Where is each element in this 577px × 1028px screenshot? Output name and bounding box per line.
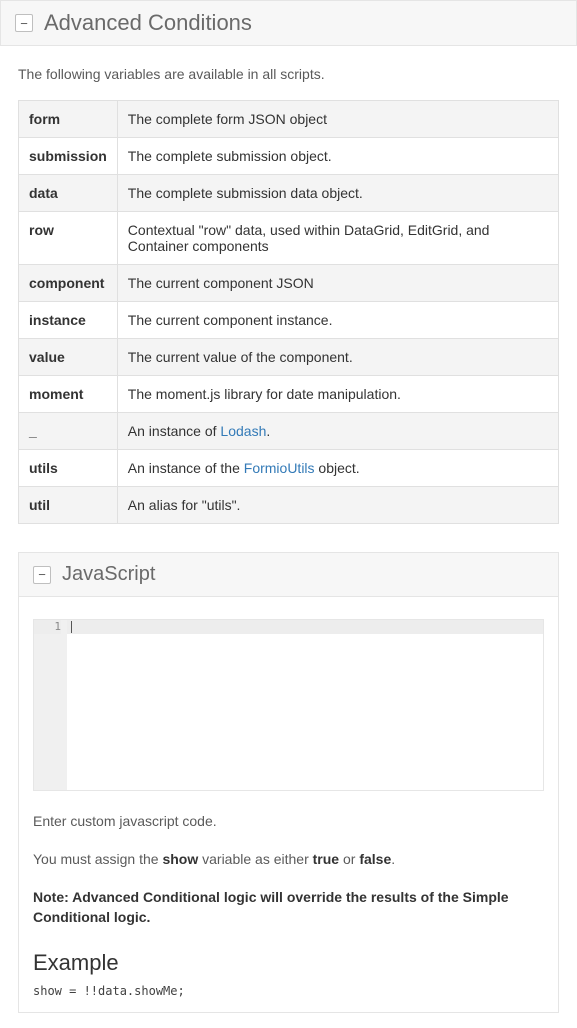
example-heading: Example bbox=[33, 950, 544, 976]
advanced-conditions-header[interactable]: − Advanced Conditions bbox=[0, 0, 577, 46]
var-name: component bbox=[19, 265, 118, 302]
help-text-2: You must assign the show variable as eit… bbox=[33, 851, 544, 867]
help2-false: false bbox=[359, 851, 391, 867]
var-name: form bbox=[19, 101, 118, 138]
var-name: utils bbox=[19, 450, 118, 487]
var-name: data bbox=[19, 175, 118, 212]
table-row: utilAn alias for "utils". bbox=[19, 487, 559, 524]
help-text-1: Enter custom javascript code. bbox=[33, 813, 544, 829]
var-desc: The complete submission object. bbox=[117, 138, 558, 175]
table-row: componentThe current component JSON bbox=[19, 265, 559, 302]
javascript-body: 1 Enter custom javascript code. You must… bbox=[19, 597, 558, 1012]
var-name: row bbox=[19, 212, 118, 265]
table-row: formThe complete form JSON object bbox=[19, 101, 559, 138]
code-area[interactable] bbox=[67, 620, 543, 790]
collapse-icon[interactable]: − bbox=[33, 566, 51, 584]
help2-mid: variable as either bbox=[198, 851, 312, 867]
advanced-conditions-title: Advanced Conditions bbox=[44, 10, 252, 36]
table-row: submissionThe complete submission object… bbox=[19, 138, 559, 175]
note-text: Note: Advanced Conditional logic will ov… bbox=[33, 887, 544, 928]
javascript-title: JavaScript bbox=[62, 563, 155, 586]
cursor-icon bbox=[71, 621, 72, 633]
var-desc: The current component instance. bbox=[117, 302, 558, 339]
var-link[interactable]: FormioUtils bbox=[244, 460, 315, 476]
collapse-icon[interactable]: − bbox=[15, 14, 33, 32]
table-row: valueThe current value of the component. bbox=[19, 339, 559, 376]
table-row: instanceThe current component instance. bbox=[19, 302, 559, 339]
help2-post: . bbox=[391, 851, 395, 867]
var-name: instance bbox=[19, 302, 118, 339]
code-editor[interactable]: 1 bbox=[33, 619, 544, 791]
table-row: dataThe complete submission data object. bbox=[19, 175, 559, 212]
content-area: The following variables are available in… bbox=[0, 46, 577, 524]
var-desc: The current value of the component. bbox=[117, 339, 558, 376]
var-name: moment bbox=[19, 376, 118, 413]
line-number: 1 bbox=[34, 620, 61, 634]
table-row: momentThe moment.js library for date man… bbox=[19, 376, 559, 413]
var-link[interactable]: Lodash bbox=[220, 423, 266, 439]
table-row: utilsAn instance of the FormioUtils obje… bbox=[19, 450, 559, 487]
help2-true: true bbox=[313, 851, 339, 867]
intro-text: The following variables are available in… bbox=[18, 66, 559, 82]
help2-pre: You must assign the bbox=[33, 851, 162, 867]
var-desc: The current component JSON bbox=[117, 265, 558, 302]
code-gutter: 1 bbox=[34, 620, 67, 790]
help2-or: or bbox=[339, 851, 359, 867]
javascript-panel: − JavaScript 1 Enter custom javascript c… bbox=[18, 552, 559, 1013]
example-code: show = !!data.showMe; bbox=[33, 984, 544, 998]
var-desc: An instance of the FormioUtils object. bbox=[117, 450, 558, 487]
table-row: rowContextual "row" data, used within Da… bbox=[19, 212, 559, 265]
var-name: _ bbox=[19, 413, 118, 450]
var-desc: Contextual "row" data, used within DataG… bbox=[117, 212, 558, 265]
javascript-header[interactable]: − JavaScript bbox=[19, 553, 558, 597]
var-name: value bbox=[19, 339, 118, 376]
var-desc: The moment.js library for date manipulat… bbox=[117, 376, 558, 413]
var-name: util bbox=[19, 487, 118, 524]
var-desc: The complete form JSON object bbox=[117, 101, 558, 138]
variables-table: formThe complete form JSON objectsubmiss… bbox=[18, 100, 559, 524]
var-desc: The complete submission data object. bbox=[117, 175, 558, 212]
var-desc: An instance of Lodash. bbox=[117, 413, 558, 450]
var-name: submission bbox=[19, 138, 118, 175]
table-row: _An instance of Lodash. bbox=[19, 413, 559, 450]
help2-show: show bbox=[162, 851, 198, 867]
var-desc: An alias for "utils". bbox=[117, 487, 558, 524]
